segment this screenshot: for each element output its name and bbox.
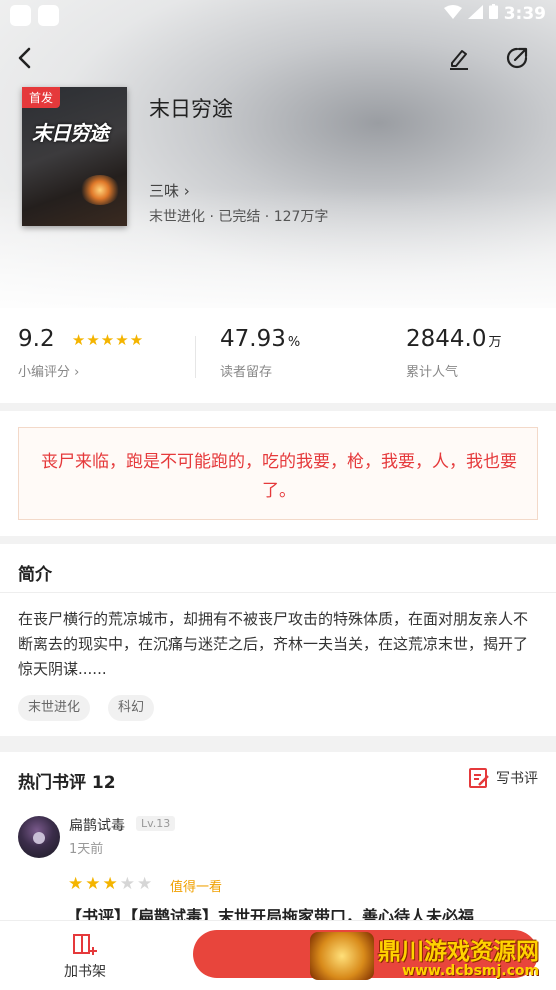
star-empty-icon: ★ [119, 874, 135, 894]
tag-chip[interactable]: 末世进化 [18, 695, 91, 721]
popularity-value: 2844.0 [406, 326, 487, 352]
notification-icon [10, 5, 31, 26]
cover-illustration [80, 175, 120, 205]
write-review-button[interactable]: 写书评 [468, 767, 538, 789]
cover-title: 末日穷途 [32, 121, 109, 145]
book-cover[interactable]: 末日穷途 首发 [22, 87, 127, 226]
edit-button[interactable] [441, 40, 477, 76]
book-meta: 末世进化 · 已完结 · 127万字 [149, 209, 329, 225]
avatar[interactable] [18, 816, 60, 858]
quote-box: 丧尸来临，跑是不可能跑的，吃的我要，枪，我要，人，我也要了。 [18, 427, 538, 520]
star-icon: ★ [100, 330, 115, 349]
watermark-main: 鼎川游戏资源网 [378, 939, 539, 965]
add-to-shelf-button[interactable]: 加书架 [60, 933, 110, 981]
author-link[interactable]: 三味 › [149, 180, 190, 201]
write-review-icon [469, 768, 489, 788]
star-filled-icon: ★ [68, 874, 84, 894]
retention-value: 47.93 [220, 326, 286, 352]
signal-icon [467, 4, 483, 24]
total-popularity: 2844.0 万 累计人气 [406, 326, 502, 380]
star-empty-icon: ★ [137, 874, 153, 894]
star-filled-icon: ★ [85, 874, 101, 894]
first-release-badge: 首发 [22, 87, 61, 108]
add-shelf-icon [73, 934, 97, 955]
star-icon: ★ [71, 330, 86, 349]
battery-icon [488, 4, 498, 24]
review-rating-label: 值得一看 [170, 880, 223, 895]
add-to-shelf-label: 加书架 [64, 964, 106, 980]
status-time: 3:39 [503, 4, 546, 24]
reader-retention: 47.93% 读者留存 [220, 326, 300, 380]
review-time: 1天前 [69, 842, 104, 857]
back-button[interactable] [6, 40, 42, 76]
notification-icon [38, 5, 59, 26]
star-filled-icon: ★ [102, 874, 118, 894]
editor-score[interactable]: 9.2 ★ ★ ★ ★ ★ 小编评分 › [18, 326, 143, 380]
reviews-section: 热门书评 12 写书评 扁鹊试毒 Lv.13 1天前 ★ ★ ★ ★ ★ 值得一看 【书… [0, 752, 556, 926]
intro-title: 简介 [18, 565, 52, 585]
popularity-unit: 万 [488, 335, 502, 350]
intro-text[interactable]: 在丧尸横行的荒凉城市，却拥有不被丧尸攻击的特殊体质，在面对朋友亲人不断离去的现实… [18, 607, 540, 682]
divider [0, 592, 556, 593]
quote-text: 丧尸来临，跑是不可能跑的，吃的我要，枪，我要，人，我也要了。 [41, 452, 517, 501]
retention-label: 读者留存 [220, 365, 273, 380]
back-arrow-icon [18, 47, 31, 69]
watermark-logo [310, 932, 374, 980]
intro-section: 简介 在丧尸横行的荒凉城市，却拥有不被丧尸攻击的特殊体质，在面对朋友亲人不断离去… [0, 544, 556, 736]
review-username[interactable]: 扁鹊试毒 [69, 815, 125, 835]
write-review-label: 写书评 [496, 771, 538, 787]
status-bar: 3:39 [0, 0, 556, 32]
quote-section: 丧尸来临，跑是不可能跑的，吃的我要，枪，我要，人，我也要了。 [0, 411, 556, 536]
score-stars: ★ ★ ★ ★ ★ [72, 331, 143, 349]
site-watermark: 鼎川游戏资源网 www.dcbsmj.com [310, 930, 556, 986]
score-value: 9.2 [18, 326, 55, 352]
score-label: 小编评分 › [18, 365, 80, 380]
share-icon [506, 47, 528, 69]
user-level-badge: Lv.13 [136, 816, 176, 831]
share-button[interactable] [499, 40, 535, 76]
watermark-url: www.dcbsmj.com [402, 963, 540, 979]
star-icon: ★ [129, 330, 144, 349]
stats-panel: 9.2 ★ ★ ★ ★ ★ 小编评分 › 47.93% 读者留存 2844.0 万 累计人… [0, 308, 556, 403]
tag-chip[interactable]: 科幻 [108, 695, 155, 721]
star-icon: ★ [86, 330, 100, 349]
star-icon: ★ [115, 330, 129, 349]
retention-unit: % [287, 335, 301, 350]
book-title: 末日穷途 [149, 97, 233, 121]
top-bar [0, 40, 556, 84]
edit-icon [450, 50, 468, 70]
reviews-title: 热门书评 12 [18, 773, 116, 793]
wifi-icon [443, 4, 462, 24]
divider [195, 336, 196, 378]
review-rating-stars: ★ ★ ★ ★ ★ [68, 874, 152, 894]
popularity-label: 累计人气 [406, 365, 459, 380]
